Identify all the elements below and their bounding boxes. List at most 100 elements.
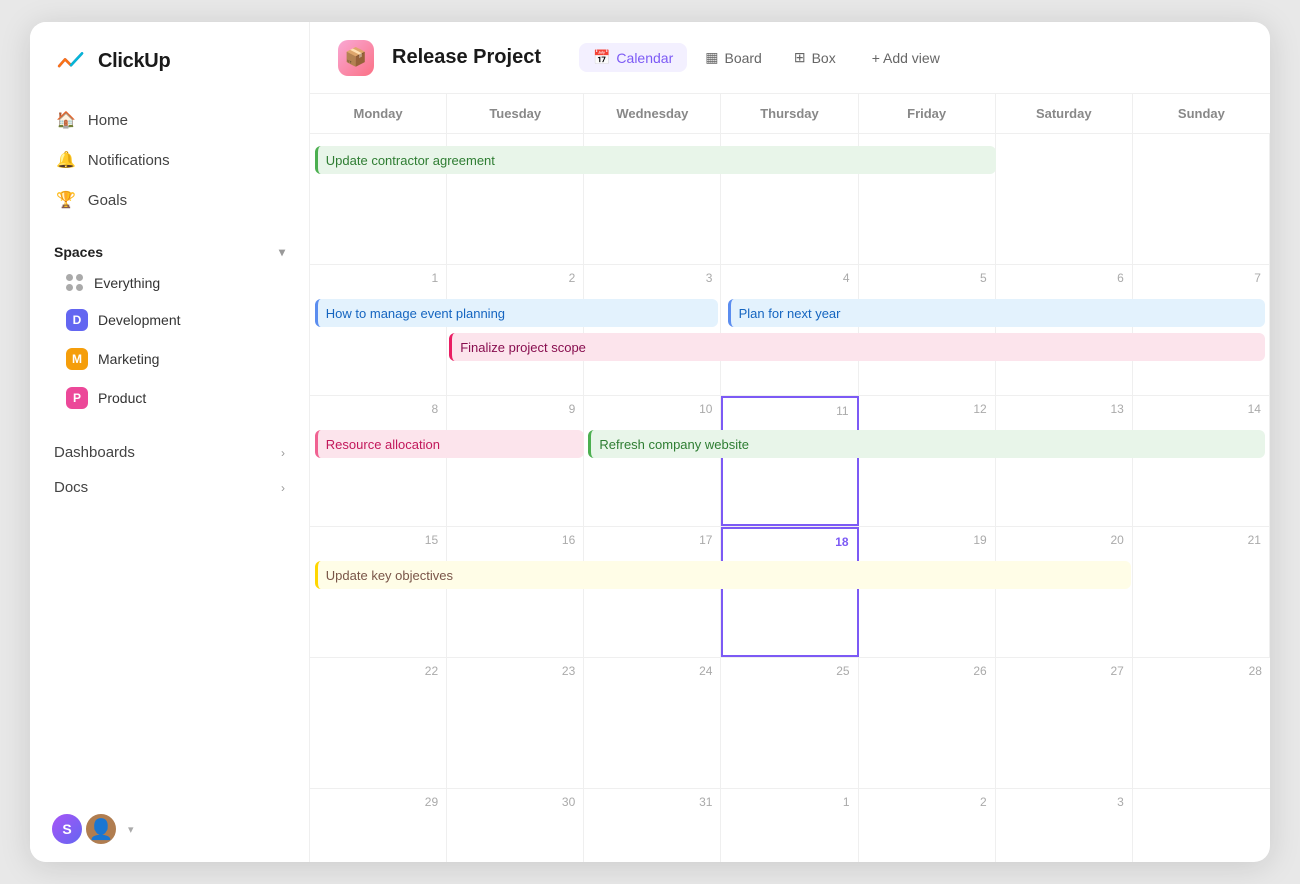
cell-w4-d4[interactable]: 26 [859, 658, 996, 788]
cell-w1-d2[interactable]: 3 [584, 265, 721, 395]
cell-w4-d1[interactable]: 23 [447, 658, 584, 788]
date-14: 14 [1141, 402, 1261, 416]
cell-w2-d0[interactable]: 8 [310, 396, 447, 526]
date-1: 1 [318, 271, 438, 285]
tab-box[interactable]: ⊞ Box [780, 43, 850, 72]
logo-area[interactable]: ClickUp [30, 22, 309, 94]
cell-w3-d1[interactable]: 16 [447, 527, 584, 657]
spaces-header[interactable]: Spaces ▾ [54, 244, 285, 260]
space-item-marketing[interactable]: M Marketing [54, 340, 285, 378]
calendar-week-2: 8 9 10 11 12 13 14 Resource allocation R… [310, 396, 1270, 527]
calendar-week-5: 29 30 31 1 2 3 [310, 789, 1270, 862]
date-29: 29 [318, 795, 438, 809]
calendar-header: Monday Tuesday Wednesday Thursday Friday… [310, 94, 1270, 134]
nav-item-home[interactable]: 🏠 Home [42, 100, 297, 140]
cell-w3-d2[interactable]: 17 [584, 527, 721, 657]
event-plan-next-year[interactable]: Plan for next year [728, 299, 1266, 327]
nav-item-goals[interactable]: 🏆 Goals [42, 180, 297, 220]
date-19: 19 [867, 533, 987, 547]
app-container: ClickUp 🏠 Home 🔔 Notifications 🏆 Goals S… [30, 22, 1270, 862]
cell-w1-d6[interactable]: 7 [1133, 265, 1270, 395]
cell-w5-d2[interactable]: 31 [584, 789, 721, 862]
cell-w2-d4[interactable]: 12 [859, 396, 996, 526]
cell-w4-d3[interactable]: 25 [721, 658, 858, 788]
space-label-everything: Everything [94, 275, 160, 291]
cell-w2-d1[interactable]: 9 [447, 396, 584, 526]
event-event-planning[interactable]: How to manage event planning [315, 299, 718, 327]
space-item-product[interactable]: P Product [54, 379, 285, 417]
development-badge: D [66, 309, 88, 331]
date-7: 7 [1141, 271, 1261, 285]
day-header-sunday: Sunday [1133, 94, 1270, 133]
cell-w4-d2[interactable]: 24 [584, 658, 721, 788]
cell-w1-d3[interactable]: 4 [721, 265, 858, 395]
cell-w0-d6[interactable] [1133, 134, 1270, 264]
nav-item-notifications[interactable]: 🔔 Notifications [42, 140, 297, 180]
cell-w4-d0[interactable]: 22 [310, 658, 447, 788]
cell-w5-d5[interactable]: 3 [996, 789, 1133, 862]
date-next-1: 1 [729, 795, 849, 809]
cell-w1-d4[interactable]: 5 [859, 265, 996, 395]
product-badge: P [66, 387, 88, 409]
cell-w5-d1[interactable]: 30 [447, 789, 584, 862]
main-nav: 🏠 Home 🔔 Notifications 🏆 Goals [30, 94, 309, 226]
add-view-label: + Add view [872, 50, 940, 66]
cell-w1-d5[interactable]: 6 [996, 265, 1133, 395]
tab-board[interactable]: ▦ Board [691, 43, 776, 72]
event-resource-allocation[interactable]: Resource allocation [315, 430, 584, 458]
marketing-badge: M [66, 348, 88, 370]
event-finalize-scope[interactable]: Finalize project scope [449, 333, 1265, 361]
cell-w5-d4[interactable]: 2 [859, 789, 996, 862]
date-25: 25 [729, 664, 849, 678]
home-icon: 🏠 [56, 110, 76, 130]
docs-collapsible[interactable]: Docs › [42, 471, 297, 504]
cell-w3-d6[interactable]: 21 [1133, 527, 1270, 657]
cell-w5-d0[interactable]: 29 [310, 789, 447, 862]
cell-w0-d5[interactable] [996, 134, 1133, 264]
cell-w2-d5[interactable]: 13 [996, 396, 1133, 526]
space-item-everything[interactable]: Everything [54, 266, 285, 300]
avatar-s[interactable]: S [50, 812, 84, 846]
day-header-saturday: Saturday [996, 94, 1133, 133]
cell-w4-d6[interactable]: 28 [1133, 658, 1270, 788]
sidebar-footer: S 👤 ▾ [30, 796, 309, 862]
space-label-development: Development [98, 312, 181, 328]
date-24: 24 [592, 664, 712, 678]
bell-icon: 🔔 [56, 150, 76, 170]
date-30: 30 [455, 795, 575, 809]
cell-w3-d0[interactable]: 15 [310, 527, 447, 657]
event-update-objectives[interactable]: Update key objectives [315, 561, 1131, 589]
cell-w3-d5[interactable]: 20 [996, 527, 1133, 657]
view-tabs: 📅 Calendar ▦ Board ⊞ Box + Add view [579, 43, 954, 72]
event-update-contractor[interactable]: Update contractor agreement [315, 146, 997, 174]
dashboards-label: Dashboards [54, 444, 135, 461]
cell-w1-d0[interactable]: 1 [310, 265, 447, 395]
avatar-photo[interactable]: 👤 [84, 812, 118, 846]
cell-w5-d6[interactable] [1133, 789, 1270, 862]
date-10: 10 [592, 402, 712, 416]
date-2: 2 [455, 271, 575, 285]
cell-w1-d1[interactable]: 2 [447, 265, 584, 395]
space-label-marketing: Marketing [98, 351, 159, 367]
spaces-chevron-icon: ▾ [279, 245, 285, 259]
cell-w2-d3[interactable]: 11 [721, 396, 858, 526]
cell-w3-d3[interactable]: 18 [721, 527, 858, 657]
add-view-button[interactable]: + Add view [858, 44, 954, 72]
tab-calendar[interactable]: 📅 Calendar [579, 43, 687, 72]
date-11: 11 [731, 404, 848, 418]
logo-text: ClickUp [98, 50, 170, 73]
cell-w5-d3[interactable]: 1 [721, 789, 858, 862]
cell-w3-d4[interactable]: 19 [859, 527, 996, 657]
user-dropdown-icon[interactable]: ▾ [128, 823, 134, 836]
dashboards-chevron-icon: › [281, 446, 285, 460]
space-item-development[interactable]: D Development [54, 301, 285, 339]
date-3: 3 [592, 271, 712, 285]
event-refresh-website[interactable]: Refresh company website [588, 430, 1265, 458]
calendar-week-4: 22 23 24 25 26 27 28 [310, 658, 1270, 789]
cell-w4-d5[interactable]: 27 [996, 658, 1133, 788]
dashboards-collapsible[interactable]: Dashboards › [42, 436, 297, 469]
date-4: 4 [729, 271, 849, 285]
cell-w2-d6[interactable]: 14 [1133, 396, 1270, 526]
date-17: 17 [592, 533, 712, 547]
cell-w2-d2[interactable]: 10 [584, 396, 721, 526]
